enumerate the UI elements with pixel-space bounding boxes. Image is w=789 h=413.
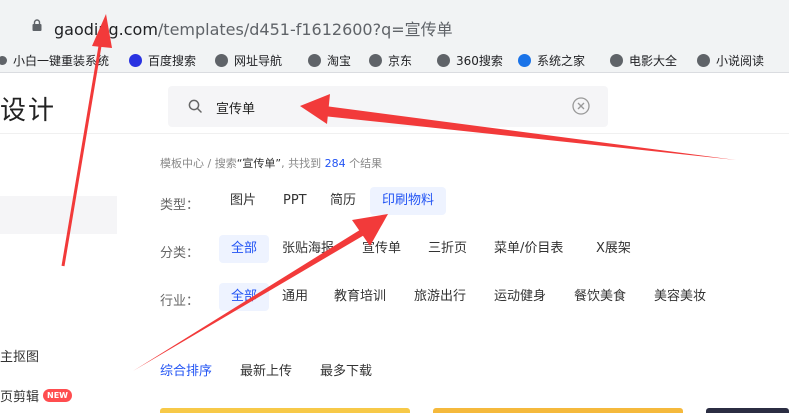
sort-tab[interactable]: 最多下载: [320, 360, 372, 379]
globe-icon: [610, 53, 623, 67]
result-count: 284: [324, 157, 346, 170]
template-card[interactable]: [160, 408, 410, 413]
filter-industry-option[interactable]: 美容美妆: [642, 283, 718, 311]
breadcrumb-query: “宣传单”: [236, 157, 282, 170]
bookmark-item[interactable]: 百度搜索: [129, 51, 196, 69]
filter-type-option[interactable]: PPT: [271, 187, 319, 215]
url-field[interactable]: gaoding.com/templates/d451-f1612600?q=宣传…: [18, 8, 789, 42]
sidebar-item-video-edit[interactable]: 页剪辑 NEW: [0, 386, 72, 405]
globe-icon: [437, 53, 450, 67]
globe-icon: [215, 53, 228, 67]
filter-type-option[interactable]: 简历: [318, 187, 368, 215]
clear-icon[interactable]: [572, 97, 590, 115]
bookmark-item[interactable]: 小白一键重装系统: [0, 51, 109, 69]
bookmarks-bar: 小白一键重装系统 百度搜索 网址导航 淘宝 京东 360搜索 系统之家 电影大全…: [0, 48, 789, 73]
sidebar-active-item[interactable]: [0, 196, 117, 234]
baidu-paw-icon: [129, 53, 142, 67]
sidebar-item-cutout[interactable]: 主抠图: [0, 346, 39, 365]
filter-industry-option[interactable]: 运动健身: [482, 283, 558, 311]
filter-industry-option[interactable]: 教育培训: [322, 283, 398, 311]
filter-category-option[interactable]: 宣传单: [350, 235, 413, 263]
new-badge: NEW: [43, 389, 72, 402]
bookmark-item[interactable]: 淘宝: [308, 51, 351, 69]
filter-industry-option[interactable]: 通用: [270, 283, 320, 311]
bookmark-item[interactable]: 系统之家: [518, 51, 585, 69]
header-divider: [0, 133, 789, 134]
url-host: gaoding.com: [54, 20, 158, 39]
template-card[interactable]: [706, 408, 789, 413]
site-logo-title[interactable]: 设计: [0, 90, 56, 127]
filter-category-option-active[interactable]: 全部: [219, 235, 270, 263]
filter-industry-option-active[interactable]: 全部: [219, 283, 270, 311]
filter-type-option-active[interactable]: 印刷物料: [370, 187, 447, 215]
sort-tab-active[interactable]: 综合排序: [160, 360, 212, 379]
filter-label-category: 分类：: [160, 246, 200, 261]
globe-icon: [308, 53, 321, 67]
bookmark-item[interactable]: 小说阅读: [697, 51, 764, 69]
sort-tab[interactable]: 最新上传: [240, 360, 292, 379]
filter-label-type: 类型：: [160, 198, 200, 213]
search-box[interactable]: 宣传单: [168, 86, 608, 127]
filter-category-option[interactable]: 菜单/价目表: [482, 235, 575, 263]
filter-category-option[interactable]: 三折页: [416, 235, 479, 263]
filter-industry-option[interactable]: 餐饮美食: [562, 283, 638, 311]
bookmark-item[interactable]: 360搜索: [437, 51, 503, 69]
breadcrumb-root[interactable]: 模板中心: [160, 157, 204, 170]
filter-label-industry: 行业：: [160, 294, 200, 309]
filter-category-option[interactable]: 张贴海报: [270, 235, 346, 263]
globe-icon: [369, 53, 382, 67]
filter-category-option[interactable]: X展架: [584, 235, 643, 263]
filter-industry-option[interactable]: 旅游出行: [402, 283, 478, 311]
url-path: /templates/d451-f1612600?q=宣传单: [157, 20, 453, 39]
template-card-row: [160, 408, 789, 413]
filter-type-option[interactable]: 图片: [218, 187, 268, 215]
search-icon: [188, 99, 202, 113]
globe-icon: [697, 53, 710, 67]
breadcrumb: 模板中心 / 搜索“宣传单”, 共找到 284 个结果: [160, 157, 383, 170]
lock-icon: [32, 19, 42, 31]
search-input[interactable]: 宣传单: [216, 98, 255, 117]
sidebar-item-label: 页剪辑: [0, 390, 40, 405]
aperture-icon: [518, 53, 531, 67]
bookmark-item[interactable]: 网址导航: [215, 51, 282, 69]
bookmark-item[interactable]: 电影大全: [610, 51, 677, 69]
bookmark-item[interactable]: 京东: [369, 51, 412, 69]
globe-icon: [0, 55, 7, 65]
template-card[interactable]: [433, 408, 683, 413]
